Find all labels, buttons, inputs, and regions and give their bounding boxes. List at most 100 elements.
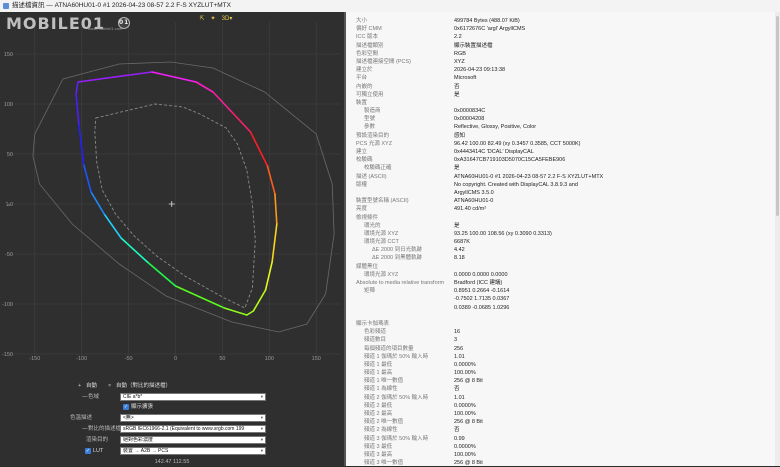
- remove-icon[interactable]: ×: [108, 382, 111, 391]
- info-value: 是: [454, 165, 460, 172]
- info-value: 256: [454, 345, 464, 352]
- info-value: 96.42 100.00 82.49 (xy 0.3457 0.3585, CC…: [454, 140, 581, 147]
- info-key: 頻道 3 最低: [364, 443, 393, 450]
- info-row: PCS 光源 XYZ 96.42 100.00 82.49 (xy 0.3457 …: [346, 140, 780, 148]
- info-row: 頻道 2 為線性 否: [346, 426, 780, 434]
- info-value: Microsoft: [454, 75, 477, 82]
- show-gamut-checkbox[interactable]: ✓: [123, 404, 129, 410]
- show-gamut-label: 顯示擴張: [131, 404, 154, 410]
- info-row: 頻道 3 最高 100.00%: [346, 451, 780, 459]
- auto-add-button[interactable]: 自動: [86, 382, 97, 391]
- info-value: ArgyllCMS 3.5.0: [454, 189, 494, 196]
- info-key: 建立: [356, 149, 368, 155]
- profile-info-panel: 大小 499784 Bytes (488.07 KiB) 偏好 CMM 0x61726…: [346, 12, 780, 466]
- intent-value: 絕對色彩濃度: [123, 437, 154, 443]
- scrollbar-thumb[interactable]: [776, 16, 779, 216]
- comparison-gamut-line: [94, 103, 256, 309]
- info-value: 0.0000 0.0000 0.0000: [454, 271, 508, 278]
- info-row: 媒體黑位: [346, 263, 780, 271]
- info-key: 色彩空間: [356, 50, 379, 57]
- info-value: 499784 Bytes (488.07 KiB): [454, 18, 520, 24]
- info-key: 描述檔連接空間 (PCS): [356, 58, 412, 65]
- display-gamut-segment: [90, 191, 105, 215]
- lut-checkbox[interactable]: ✓: [85, 448, 91, 454]
- info-value: ATNA60HU01-0: [454, 198, 494, 205]
- info-value: 93.25 100.00 108.56 (xy 0.3090 0.3313): [454, 230, 552, 237]
- info-key: 頻道 3 唯一數值: [364, 460, 404, 466]
- info-row: 色彩頻道 16: [346, 328, 780, 336]
- info-value: Bradford (ICC 建議): [454, 280, 503, 286]
- gamut-plot[interactable]: -150 -100 -50 0 50 100 150 150 100 50 0 -50 -100 -150…: [0, 12, 344, 371]
- info-row: 顯示卡伽瑪表: [346, 320, 780, 328]
- info-row: 頻道 1 唯一數值 256 @ 8 Bit: [346, 377, 780, 385]
- display-gamut-segment: [230, 111, 252, 133]
- info-row: 型號 0x00004208: [346, 115, 780, 123]
- watermark-logo: MOBILE01 www.mobile01.com 01: [6, 14, 130, 33]
- info-value: RGB: [454, 50, 466, 57]
- pointer-icon[interactable]: ⇱: [198, 16, 206, 23]
- info-row: ICC 版本 2.2: [346, 33, 780, 41]
- display-gamut-segment: [75, 81, 79, 95]
- info-key: 頻道 1 唯一數值: [364, 378, 404, 385]
- info-key: 大小: [356, 18, 368, 24]
- info-row: [346, 312, 780, 320]
- info-row: 可獨立使用 是: [346, 91, 780, 99]
- palette-icon[interactable]: ✦: [209, 16, 217, 23]
- compare-profile-row: 色溫描述 <無> ▾: [0, 414, 344, 423]
- outer-locus-line: [32, 61, 335, 333]
- info-key: Absolute to media relative transform: [356, 280, 445, 286]
- info-row: 頻道 2 最低 0.0000%: [346, 402, 780, 410]
- comparison-select[interactable]: sRGB IEC61966-2.1 (Equivalent to www.srg…: [120, 425, 266, 433]
- info-value: 1.01: [454, 394, 465, 401]
- info-value: ATNA60HU01-0 #1 2026-04-23 08-57 2.2 F-S…: [454, 173, 604, 180]
- info-value: 16: [454, 329, 461, 336]
- display-gamut-segment: [252, 289, 267, 312]
- info-value: 6687K: [454, 239, 470, 246]
- intent-select[interactable]: 絕對色彩濃度 ▾: [120, 436, 266, 444]
- info-key: 環境光源 XYZ: [364, 271, 399, 278]
- auto-remove-button[interactable]: 自動（對比的描述檔）: [116, 382, 171, 391]
- colorspace-select[interactable]: CIE a*b* ▾: [120, 393, 266, 401]
- info-key: 媒體黑位: [356, 263, 379, 270]
- info-row: 版權 No copyright. Created with DisplayCAL …: [346, 181, 780, 189]
- y-tick-label: -100: [2, 302, 13, 308]
- info-row: 裝置型號名稱 (ASCII) ATNA60HU01-0: [346, 197, 780, 205]
- compare-profile-select[interactable]: <無> ▾: [120, 414, 266, 422]
- info-value: 否: [454, 83, 460, 90]
- info-row: 頻道 3 唯一數值 256 @ 8 Bit: [346, 459, 780, 466]
- lut-select[interactable]: 裝置 → A2B → PCS ▾: [120, 447, 266, 455]
- info-value: Reflective, Glossy, Positive, Color: [454, 124, 537, 131]
- window-titlebar: 描述檔資訊 — ATNA60HU01-0 #1 2026-04-23 08-57…: [0, 0, 780, 12]
- info-value: 1.01: [454, 353, 465, 360]
- info-row: 大小 499784 Bytes (488.07 KiB): [346, 17, 780, 25]
- info-value: 100.00%: [454, 411, 476, 417]
- lut-value: 裝置 → A2B → PCS: [123, 448, 169, 454]
- gamut-chart-svg[interactable]: -150 -100 -50 0 50 100 150150100500-50-100-150…: [0, 12, 344, 371]
- display-gamut-segment: [146, 261, 177, 287]
- compare-profile-value: <無>: [123, 415, 134, 421]
- info-row: 環光的 是: [346, 222, 780, 230]
- info-row: Absolute to media relative transform Brad…: [346, 279, 780, 287]
- info-row: 環境光源 XYZ 93.25 100.00 108.56 (xy 0.3090 0…: [346, 230, 780, 238]
- info-row: 描述檔類別 顯示裝置描述檔: [346, 42, 780, 50]
- add-icon[interactable]: +: [78, 382, 81, 391]
- scrollbar[interactable]: [775, 12, 780, 466]
- y-axis-label: b*: [6, 202, 12, 207]
- info-key: 內嵌的: [356, 83, 373, 90]
- gamut-panel: -150 -100 -50 0 50 100 150 150 100 50 0 -50 -100 -150…: [0, 12, 344, 466]
- info-row: 描述檔連接空間 (PCS) XYZ: [346, 58, 780, 66]
- 3d-icon[interactable]: 3D▾: [220, 16, 234, 23]
- info-value: 是: [454, 91, 460, 98]
- info-key: 頻道 2 伽瑪於 50% 輸入時: [364, 394, 429, 401]
- watermark-url: www.mobile01.com: [88, 27, 123, 31]
- info-row: 建立於 2026-04-23 09:13:38: [346, 66, 780, 74]
- info-key: 描述 (ASCII): [356, 173, 387, 180]
- colorspace-label: 色域: [88, 394, 100, 400]
- info-key: 亮度: [356, 206, 368, 213]
- info-key: 建立於: [356, 67, 373, 74]
- info-value: 256 @ 8 Bit: [454, 419, 483, 426]
- info-key: 顯示卡伽瑪表: [356, 320, 390, 327]
- info-value: 否: [454, 386, 460, 393]
- colorspace-row: — 色域 CIE a*b* ▾: [0, 393, 344, 402]
- info-row: 色彩空間 RGB: [346, 50, 780, 58]
